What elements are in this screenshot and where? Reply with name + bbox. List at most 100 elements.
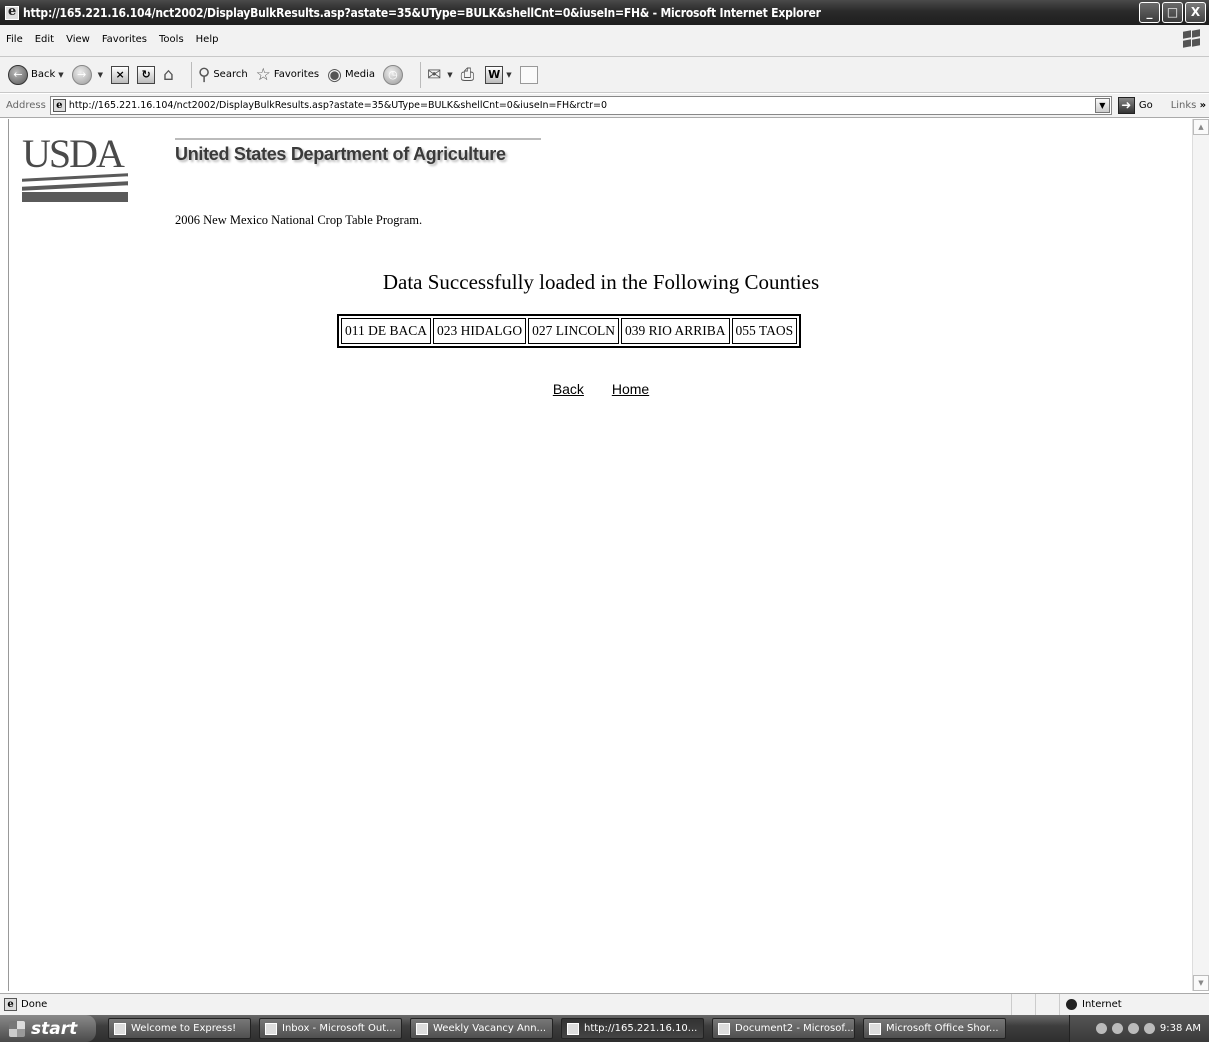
search-button[interactable]: ⚲ Search <box>198 65 248 85</box>
stop-icon: × <box>111 65 130 84</box>
printer-icon: ⎙ <box>460 64 475 85</box>
status-pane <box>1035 994 1059 1015</box>
minimize-button[interactable]: _ <box>1139 2 1160 23</box>
scroll-up-icon[interactable]: ▲ <box>1193 119 1209 135</box>
tray-icon[interactable] <box>1111 1023 1123 1034</box>
taskbar-item-label: Microsoft Office Shor... <box>886 1023 999 1034</box>
go-label: Go <box>1138 100 1153 111</box>
agency-banner: United States Department of Agriculture <box>175 138 541 165</box>
maximize-button[interactable]: □ <box>1162 2 1183 23</box>
logo-wave <box>22 192 128 202</box>
toolbar-separator <box>419 61 421 88</box>
address-dropdown-icon[interactable]: ▼ <box>1094 98 1110 113</box>
media-icon: ◉ <box>327 64 342 85</box>
forward-dropdown-icon[interactable]: ▼ <box>98 71 103 79</box>
links-button[interactable]: Links » <box>1171 100 1206 111</box>
edit-dropdown-icon[interactable]: ▼ <box>506 71 511 79</box>
zone-label: Internet <box>1082 999 1122 1010</box>
address-bar: Address e http://165.221.16.104/nct2002/… <box>0 94 1209 118</box>
edit-button[interactable]: W ▼ <box>485 65 512 84</box>
page-done-icon: e <box>4 998 17 1011</box>
table-row: 011 DE BACA 023 HIDALGO 027 LINCOLN 039 … <box>341 318 798 344</box>
system-tray: 9:38 AM <box>1069 1015 1209 1042</box>
menu-edit[interactable]: Edit <box>35 34 54 45</box>
status-text: Done <box>21 999 48 1010</box>
program-title: 2006 New Mexico National Crop Table Prog… <box>175 213 423 227</box>
taskbar-item[interactable]: Microsoft Office Shor... <box>863 1018 1006 1039</box>
taskbar-item-label: http://165.221.16.10... <box>584 1023 698 1034</box>
forward-arrow-icon: → <box>71 64 92 85</box>
county-cell: 039 RIO ARRIBA <box>621 318 730 344</box>
favorites-label: Favorites <box>273 69 320 80</box>
home-link[interactable]: Home <box>612 381 649 397</box>
star-icon: ☆ <box>255 64 271 85</box>
vertical-scrollbar[interactable]: ▲ ▼ <box>1192 119 1209 991</box>
search-icon: ⚲ <box>197 64 211 85</box>
links-label: Links <box>1170 100 1197 111</box>
mail-dropdown-icon[interactable]: ▼ <box>447 71 452 79</box>
print-button[interactable]: ⎙ <box>461 65 478 85</box>
back-link[interactable]: Back <box>553 381 584 397</box>
address-input[interactable]: e http://165.221.16.104/nct2002/DisplayB… <box>49 96 1112 115</box>
address-url: http://165.221.16.104/nct2002/DisplayBul… <box>68 100 608 111</box>
history-button[interactable]: ◷ <box>382 64 406 85</box>
go-button[interactable]: ➜ Go <box>1117 97 1153 114</box>
scroll-down-icon[interactable]: ▼ <box>1193 975 1209 991</box>
start-button[interactable]: start <box>0 1015 96 1042</box>
tray-icon[interactable] <box>1143 1023 1155 1034</box>
forward-button[interactable]: → ▼ <box>71 64 103 85</box>
media-button[interactable]: ◉ Media <box>327 65 375 85</box>
media-label: Media <box>344 69 375 80</box>
county-cell: 055 TAOS <box>731 318 798 344</box>
taskbar-item-label: Inbox - Microsoft Out... <box>282 1023 396 1034</box>
usda-logo: USDA <box>22 134 130 202</box>
page-icon: e <box>52 99 66 112</box>
close-button[interactable]: X <box>1185 2 1206 23</box>
clock[interactable]: 9:38 AM <box>1160 1023 1201 1034</box>
taskbar-item[interactable]: http://165.221.16.10... <box>561 1018 704 1039</box>
discuss-button[interactable] <box>519 65 538 84</box>
tray-icon[interactable] <box>1127 1023 1139 1034</box>
page-content: USDA United States Department of Agricul… <box>8 119 1192 991</box>
window-title: http://165.221.16.104/nct2002/DisplayBul… <box>23 5 821 20</box>
address-label: Address <box>6 100 46 111</box>
menu-file[interactable]: File <box>6 34 23 45</box>
menu-favorites[interactable]: Favorites <box>102 34 147 45</box>
menu-view[interactable]: View <box>66 34 90 45</box>
mail-icon: ✉ <box>426 64 442 85</box>
title-bar: http://165.221.16.104/nct2002/DisplayBul… <box>0 0 1209 25</box>
menu-tools[interactable]: Tools <box>159 34 184 45</box>
discuss-icon <box>519 65 538 84</box>
outlook-icon <box>265 1022 277 1035</box>
taskbar-item[interactable]: Welcome to Express! <box>108 1018 251 1039</box>
stop-button[interactable]: × <box>111 65 130 84</box>
word-icon: W <box>485 65 504 84</box>
home-icon: ⌂ <box>163 64 174 85</box>
menu-help[interactable]: Help <box>196 34 219 45</box>
home-button[interactable]: ⌂ <box>163 65 177 85</box>
toolbar: ← Back ▼ → ▼ × ↻ ⌂ ⚲ Search ☆ Favorites … <box>0 57 1209 93</box>
taskbar-item[interactable]: Inbox - Microsoft Out... <box>259 1018 402 1039</box>
start-label: start <box>31 1018 78 1039</box>
search-label: Search <box>213 69 248 80</box>
back-dropdown-icon[interactable]: ▼ <box>58 71 63 79</box>
windows-flag-icon <box>1181 29 1201 49</box>
office-icon <box>869 1022 881 1035</box>
back-label: Back <box>31 69 56 80</box>
ie-icon <box>5 4 19 20</box>
refresh-button[interactable]: ↻ <box>137 65 156 84</box>
taskbar-item[interactable]: Weekly Vacancy Ann... <box>410 1018 553 1039</box>
mail-button[interactable]: ✉ ▼ <box>427 65 453 85</box>
county-cell: 023 HIDALGO <box>433 318 527 344</box>
taskbar-item-label: Document2 - Microsof... <box>735 1023 854 1034</box>
favorites-button[interactable]: ☆ Favorites <box>256 65 319 85</box>
status-pane <box>1011 994 1035 1015</box>
go-arrow-icon: ➜ <box>1117 97 1135 114</box>
taskbar-item[interactable]: Document2 - Microsof... <box>712 1018 855 1039</box>
window-controls: _ □ X <box>1139 2 1206 23</box>
tray-icon[interactable] <box>1095 1023 1107 1034</box>
security-zone: Internet <box>1059 994 1209 1015</box>
back-button[interactable]: ← Back ▼ <box>8 64 64 85</box>
taskbar-item-label: Welcome to Express! <box>131 1023 237 1034</box>
taskbar-item-label: Weekly Vacancy Ann... <box>433 1023 547 1034</box>
